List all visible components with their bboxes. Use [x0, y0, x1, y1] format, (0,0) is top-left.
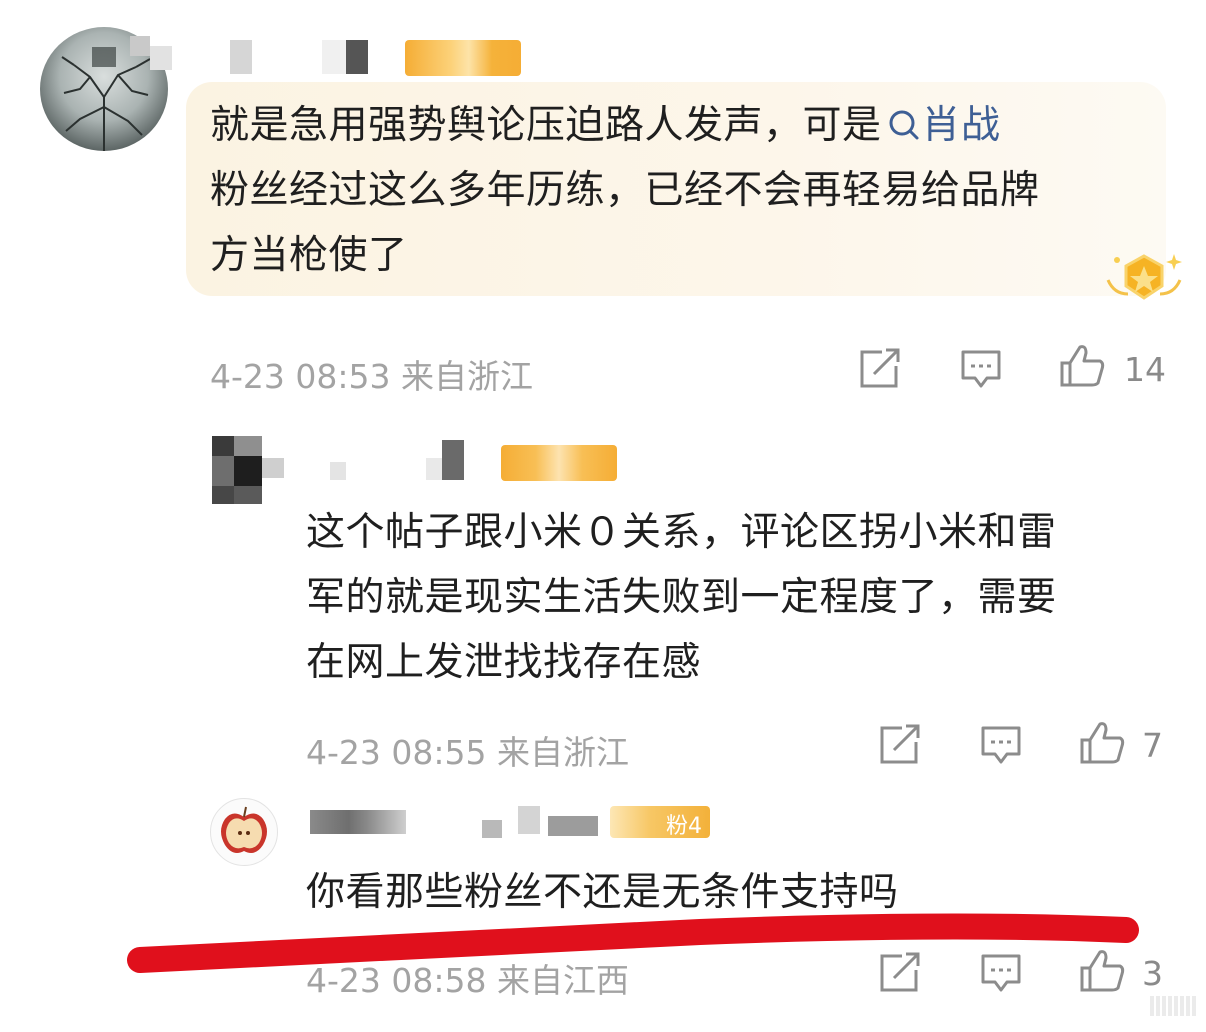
thumbs-up-icon[interactable]	[1078, 720, 1126, 766]
thumbs-up-icon[interactable]	[1078, 948, 1126, 994]
comment-text: 你看那些粉丝不还是无条件支持吗	[306, 870, 899, 915]
avatar[interactable]	[210, 798, 278, 866]
thumbs-up-icon[interactable]	[1058, 343, 1106, 389]
comment-icon[interactable]	[979, 952, 1023, 996]
mention-link[interactable]: 肖战	[882, 103, 1001, 148]
username-blur-2[interactable]	[482, 820, 502, 838]
like-count: 7	[1142, 726, 1163, 765]
share-icon[interactable]	[858, 348, 902, 390]
username-blur-3[interactable]	[518, 806, 540, 834]
fan-badge[interactable]: 粉4	[610, 806, 710, 839]
fan-badge-label: 粉4	[666, 814, 702, 839]
username-blur-1[interactable]	[230, 40, 252, 74]
like-count: 14	[1124, 350, 1166, 389]
vip-crown-icon	[1106, 254, 1182, 300]
username-mosaic[interactable]	[130, 36, 190, 76]
apple-image	[221, 806, 267, 853]
username-blur-1[interactable]	[330, 462, 346, 480]
watermark	[1150, 984, 1200, 1024]
username-blur-4[interactable]	[548, 816, 598, 836]
username-blur-2[interactable]	[426, 458, 442, 480]
fan-badge[interactable]	[405, 40, 521, 76]
username-blur-1[interactable]	[310, 810, 406, 834]
avatar[interactable]	[212, 436, 288, 506]
username-blur-2[interactable]	[322, 40, 346, 74]
comment-icon[interactable]	[979, 724, 1023, 768]
comment-meta: 4-23 08:58 来自江西	[306, 961, 629, 1000]
comment-meta: 4-23 08:53 来自浙江	[210, 357, 533, 396]
comment-text: 这个帖子跟小米０关系，评论区拐小米和雷 军的就是现实生活失败到一定程度了，需要 …	[306, 510, 1057, 685]
username-blur-3[interactable]	[442, 440, 464, 480]
comment-icon[interactable]	[959, 348, 1003, 392]
comment-text: 就是急用强势舆论压迫路人发声，可是 肖战 粉丝经过这么多年历练，已经不会再轻易给品…	[210, 103, 1040, 278]
share-icon[interactable]	[878, 724, 922, 766]
fan-badge[interactable]	[501, 445, 617, 481]
search-icon	[889, 110, 919, 140]
comment-meta: 4-23 08:55 来自浙江	[306, 733, 629, 772]
share-icon[interactable]	[878, 952, 922, 994]
username-blur-3[interactable]	[346, 40, 368, 74]
